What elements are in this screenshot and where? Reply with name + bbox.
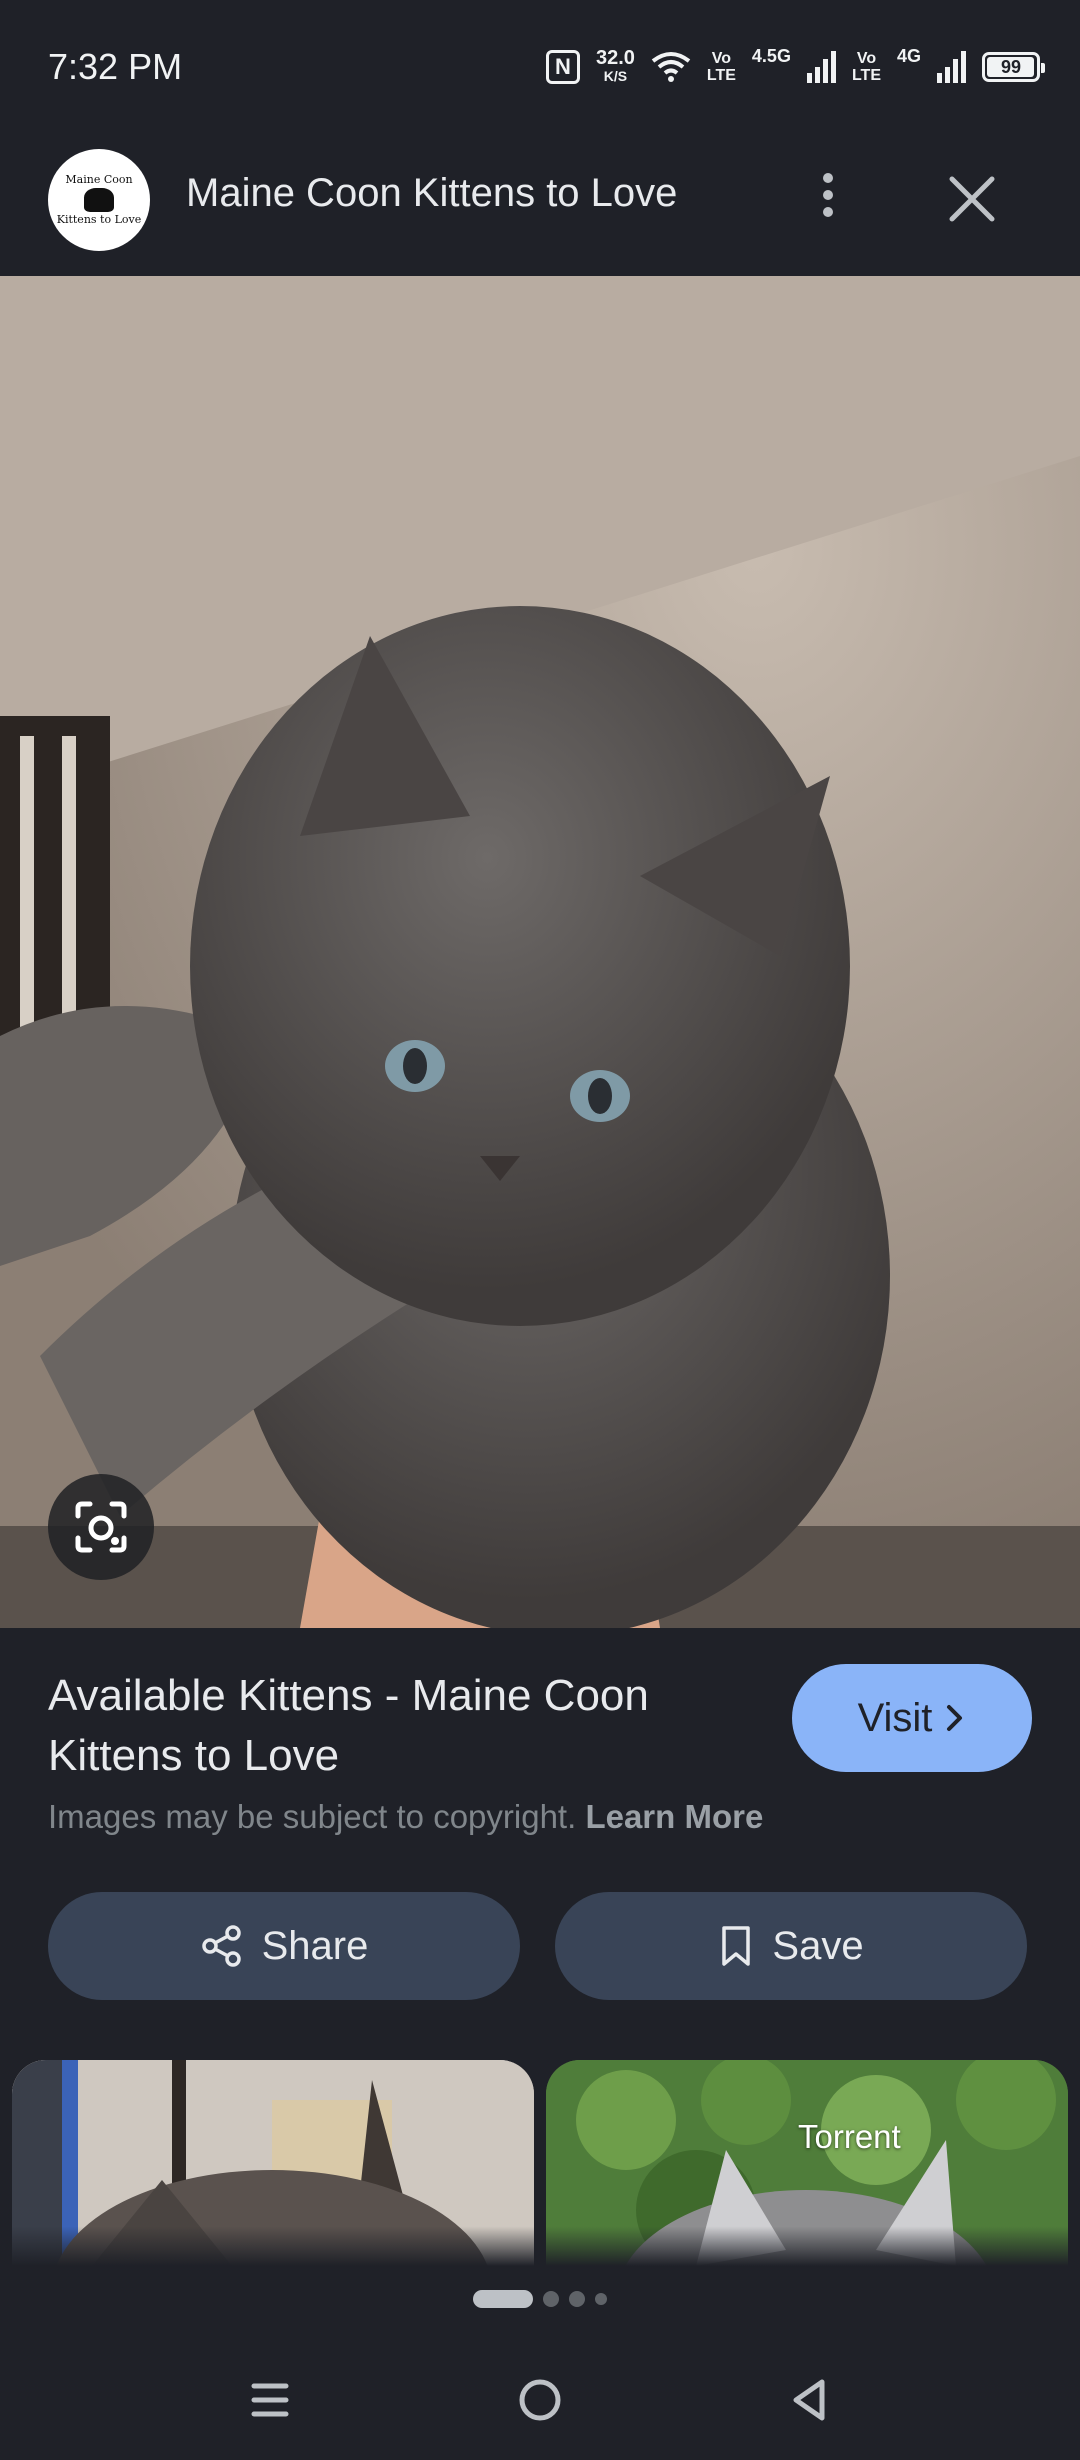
navigation-bar xyxy=(0,2340,1080,2460)
visit-button[interactable]: Visit xyxy=(792,1664,1032,1772)
visit-label: Visit xyxy=(857,1695,933,1740)
related-caption: Torrent xyxy=(798,2118,901,2155)
share-label: Share xyxy=(261,1923,369,1968)
save-label: Save xyxy=(772,1923,864,1968)
page-dot xyxy=(543,2291,559,2307)
lens-icon xyxy=(75,1501,127,1553)
volte-1-bottom: LTE xyxy=(706,67,736,84)
result-title[interactable]: Available Kittens - Maine Coon Kittens t… xyxy=(48,1666,748,1786)
logo-text-top: Maine Coon xyxy=(65,173,133,186)
logo-text-bottom: Kittens to Love xyxy=(56,213,142,226)
status-time: 7:32 PM xyxy=(48,46,183,87)
network-speed-unit: K/S xyxy=(603,68,628,84)
battery-icon: 99 xyxy=(982,52,1045,82)
more-vert-icon[interactable] xyxy=(808,165,848,225)
page-dot xyxy=(595,2293,607,2305)
page-dot xyxy=(569,2291,585,2307)
network-speed-value: 32.0 xyxy=(595,47,635,69)
status-icons: N 32.0 K/S Vo LTE 4.5G Vo LTE 4G 99 xyxy=(545,44,1045,90)
share-icon xyxy=(201,1925,241,1967)
copyright-notice: Images may be subject to copyright. Lear… xyxy=(48,1798,763,1836)
network-type-1: 4.5G xyxy=(751,46,791,66)
volte-2-bottom: LTE xyxy=(851,67,881,84)
signal-1-icon xyxy=(806,51,836,83)
page-indicator xyxy=(0,2290,1080,2308)
volte-2-top: Vo xyxy=(856,50,877,67)
source-header: Maine Coon Kittens to Love Maine Coon Ki… xyxy=(0,135,1080,275)
page-dot-active xyxy=(473,2290,533,2308)
save-button[interactable]: Save xyxy=(555,1892,1027,2000)
network-speed: 32.0 K/S xyxy=(595,47,635,85)
copyright-text: Images may be subject to copyright. xyxy=(48,1798,577,1835)
kitten-photo xyxy=(0,276,1080,1628)
nfc-icon: N xyxy=(545,50,580,84)
wifi-icon xyxy=(651,52,691,82)
close-icon[interactable] xyxy=(944,171,1000,227)
network-type-2: 4G xyxy=(896,46,921,66)
lens-button[interactable] xyxy=(48,1474,154,1580)
volte-1-top: Vo xyxy=(711,50,732,67)
main-image[interactable] xyxy=(0,276,1080,1628)
back-icon[interactable] xyxy=(780,2370,840,2430)
bookmark-icon xyxy=(722,1926,751,1966)
battery-level: 99 xyxy=(1000,56,1022,77)
share-button[interactable]: Share xyxy=(48,1892,520,2000)
recents-icon[interactable] xyxy=(240,2370,300,2430)
cat-silhouette-icon xyxy=(84,188,114,212)
chevron-right-icon xyxy=(947,1705,963,1731)
volte-indicator-2: Vo LTE xyxy=(852,50,881,84)
learn-more-link[interactable]: Learn More xyxy=(585,1798,763,1835)
volte-indicator-1: Vo LTE xyxy=(707,50,736,84)
signal-2-icon xyxy=(937,51,966,83)
site-logo[interactable]: Maine Coon Kittens to Love xyxy=(48,149,150,251)
status-bar: 7:32 PM N 32.0 K/S Vo LTE 4.5G Vo LTE 4G xyxy=(0,0,1080,135)
site-name[interactable]: Maine Coon Kittens to Love xyxy=(186,171,677,216)
home-icon[interactable] xyxy=(510,2370,570,2430)
bottom-fade xyxy=(0,2200,1080,2266)
